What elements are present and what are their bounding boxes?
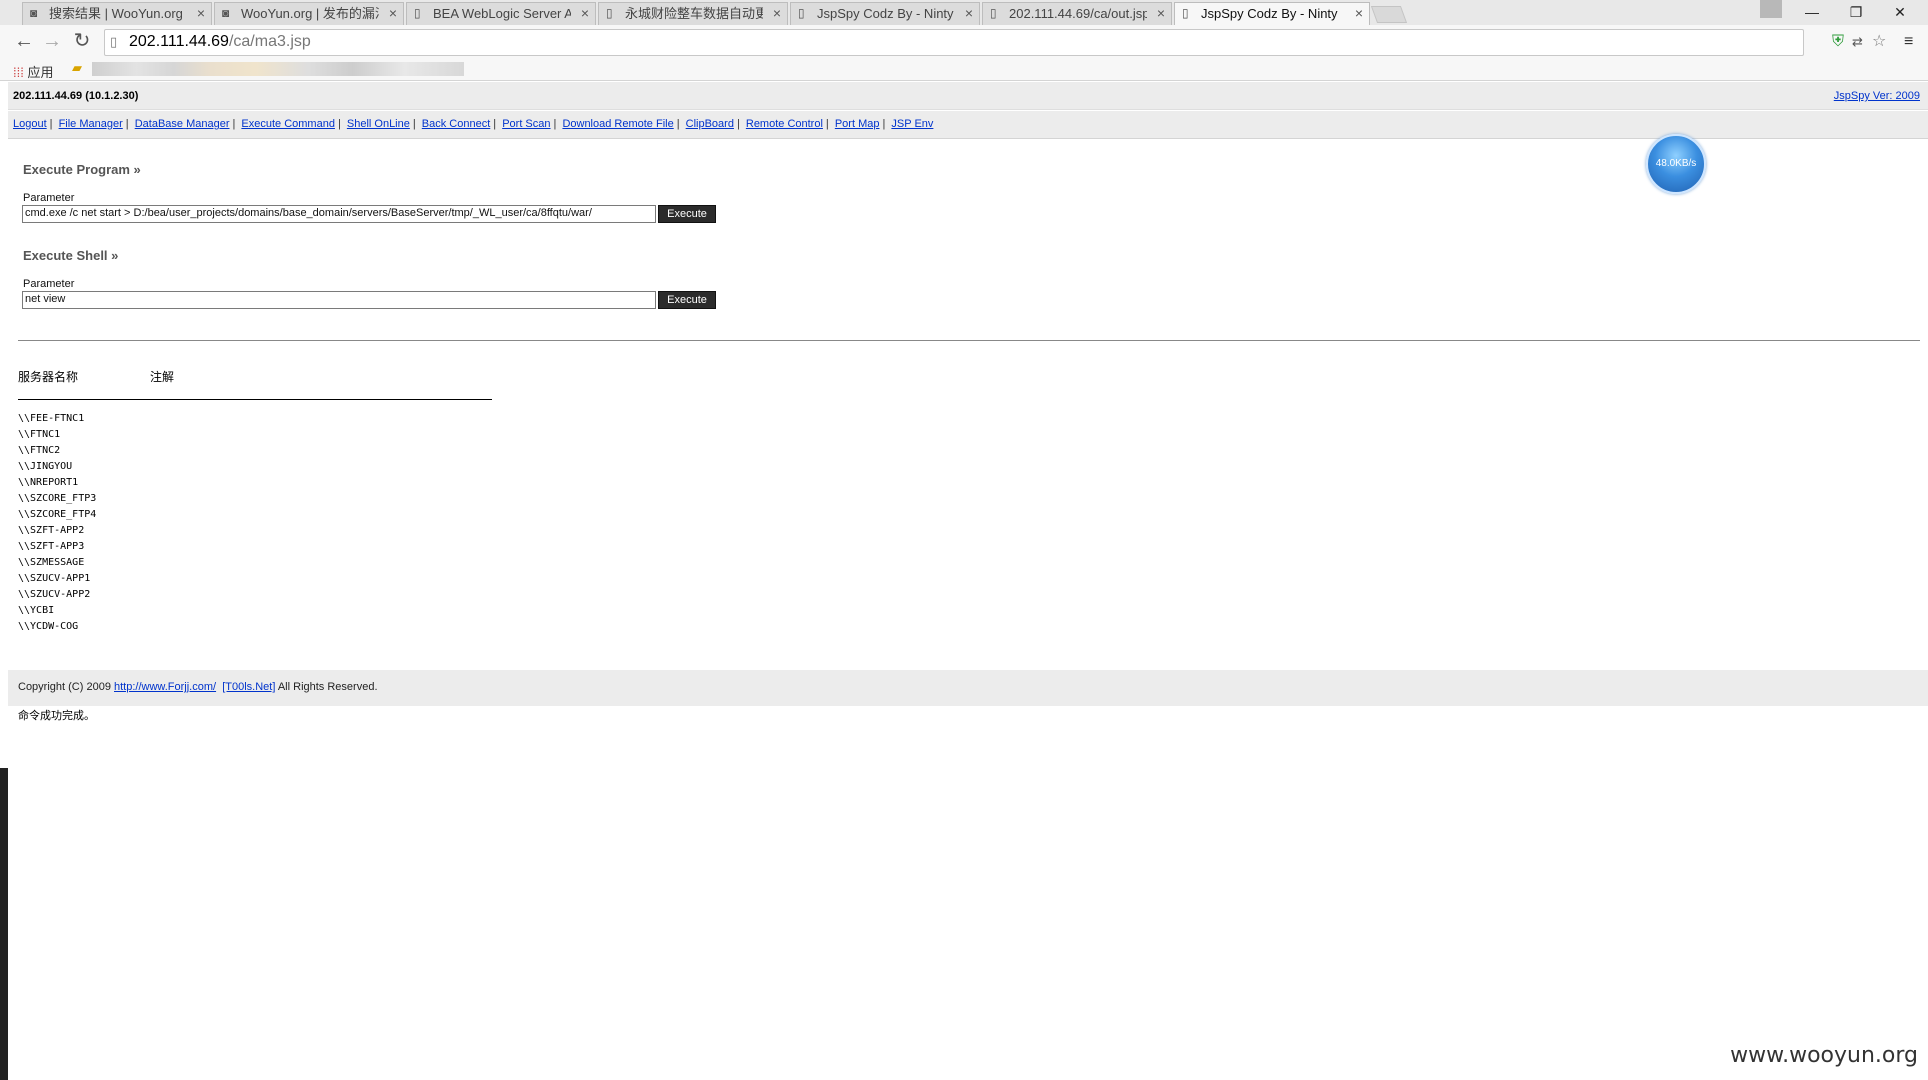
wooyun-favicon-icon: ◙: [30, 6, 38, 20]
tab-close-icon[interactable]: ×: [389, 3, 397, 24]
nav-jsp-env[interactable]: JSP Env: [891, 118, 933, 130]
program-param-label: Parameter: [23, 192, 75, 204]
browser-tab[interactable]: ▯ JspSpy Codz By - Ninty ×: [790, 2, 980, 25]
divider: [18, 340, 1920, 341]
copyright-text: Copyright (C) 2009: [18, 681, 111, 693]
wooyun-favicon-icon: ◙: [222, 6, 230, 20]
nav-port-scan[interactable]: Port Scan: [502, 118, 550, 130]
page-icon: ▯: [798, 6, 805, 20]
nav-menu: Logout | File Manager | DataBase Manager | …: [8, 111, 1928, 139]
menu-icon[interactable]: ≡: [1904, 33, 1913, 51]
server-entry: \\SZMESSAGE: [18, 557, 85, 568]
tab-close-icon[interactable]: ×: [197, 3, 205, 24]
watermark: www.wooyun.org: [1730, 1043, 1918, 1068]
apps-grid-icon: ⁞⁞⁞: [13, 65, 24, 80]
nav-logout[interactable]: Logout: [13, 118, 47, 130]
bookmarks-bar: ⁞⁞⁞ 应用 ▰: [0, 58, 1928, 81]
nav-file-manager[interactable]: File Manager: [59, 118, 123, 130]
server-entry: \\SZFT-APP3: [18, 541, 85, 552]
command-result: 命令成功完成。: [18, 709, 95, 722]
nav-database-manager[interactable]: DataBase Manager: [135, 118, 230, 130]
close-window-icon[interactable]: ✕: [1878, 0, 1922, 25]
tab-strip: ◙ 搜索结果 | WooYun.org × ◙ WooYun.org | 发布的…: [0, 0, 1928, 25]
browser-tab[interactable]: ▯ 202.111.44.69/ca/out.jsp ×: [982, 2, 1172, 25]
program-param-input[interactable]: cmd.exe /c net start > D:/bea/user_proje…: [22, 205, 656, 223]
output-rule: [18, 399, 492, 400]
shell-param-input[interactable]: net view: [22, 291, 656, 309]
server-list: \\FEE-FTNC1 \\FTNC1 \\FTNC2 \\JINGYOU \\…: [18, 411, 96, 635]
col-comment: 注解: [150, 370, 175, 384]
nav-shell-online[interactable]: Shell OnLine: [347, 118, 410, 130]
tab-close-icon[interactable]: ×: [581, 3, 589, 24]
browser-tab-active[interactable]: ▯ JspSpy Codz By - Ninty ×: [1174, 2, 1370, 25]
nav-execute-command[interactable]: Execute Command: [241, 118, 335, 130]
server-entry: \\SZCORE_FTP4: [18, 509, 97, 520]
tab-close-icon[interactable]: ×: [773, 3, 781, 24]
server-entry: \\JINGYOU: [18, 461, 73, 472]
back-icon[interactable]: ←: [12, 30, 36, 54]
server-entry: \\YCBI: [18, 605, 55, 616]
page-icon: ▯: [606, 6, 613, 20]
profile-icon[interactable]: [1760, 0, 1782, 18]
server-entry: \\SZCORE_FTP3: [18, 493, 97, 504]
new-tab-button[interactable]: [1370, 6, 1408, 23]
execute-shell-button[interactable]: Execute: [658, 291, 716, 309]
page-icon: ▯: [110, 34, 118, 49]
execute-program-title: Execute Program »: [23, 162, 141, 177]
minimize-icon[interactable]: —: [1790, 0, 1834, 25]
page-icon: ▯: [1182, 6, 1189, 20]
browser-tab[interactable]: ▯ 永城财险整车数据自动更新 ×: [598, 2, 788, 25]
nav-port-map[interactable]: Port Map: [835, 118, 880, 130]
nav-remote-control[interactable]: Remote Control: [746, 118, 823, 130]
server-entry: \\FTNC2: [18, 445, 61, 456]
server-entry: \\NREPORT1: [18, 477, 79, 488]
shield-extension-icon[interactable]: ⛨: [1832, 33, 1844, 51]
page-icon: ▯: [990, 6, 997, 20]
tab-close-icon[interactable]: ×: [1355, 3, 1363, 24]
server-entry: \\FEE-FTNC1: [18, 413, 85, 424]
page-footer: Copyright (C) 2009 http://www.Forjj.com/…: [8, 670, 1928, 706]
address-bar[interactable]: ▯ 202.111.44.69/ca/ma3.jsp: [104, 29, 1804, 56]
version-link[interactable]: JspSpy Ver: 2009: [1834, 90, 1920, 102]
nav-back-connect[interactable]: Back Connect: [422, 118, 490, 130]
server-entry: \\YCDW-COG: [18, 621, 79, 632]
output-header: 服务器名称 注解: [18, 368, 174, 385]
rights-text: All Rights Reserved.: [277, 681, 378, 693]
execute-shell-title: Execute Shell »: [23, 248, 119, 263]
server-entry: \\SZUCV-APP2: [18, 589, 91, 600]
forjj-link[interactable]: http://www.Forjj.com/: [114, 681, 216, 693]
top-info-bar: 202.111.44.69 (10.1.2.30) JspSpy Ver: 20…: [8, 82, 1928, 110]
nav-clipboard[interactable]: ClipBoard: [686, 118, 734, 130]
page-icon: ▯: [414, 6, 421, 20]
col-server-name: 服务器名称: [18, 370, 79, 384]
blurred-bookmarks: [92, 62, 464, 76]
browser-tab[interactable]: ▯ BEA WebLogic Server Ad ×: [406, 2, 596, 25]
translate-icon[interactable]: ⇄: [1852, 33, 1863, 51]
reload-icon[interactable]: ↻: [70, 30, 94, 54]
apps-shortcut[interactable]: ⁞⁞⁞ 应用: [13, 62, 53, 81]
server-ip: 202.111.44.69 (10.1.2.30): [13, 90, 139, 102]
tab-close-icon[interactable]: ×: [1157, 3, 1165, 24]
t00ls-link[interactable]: [T00ls.Net]: [222, 681, 275, 693]
url-text: 202.111.44.69/ca/ma3.jsp: [129, 33, 311, 50]
server-entry: \\SZUCV-APP1: [18, 573, 91, 584]
folder-icon[interactable]: ▰: [72, 60, 82, 76]
bookmark-star-icon[interactable]: ☆: [1872, 33, 1886, 51]
desktop-edge: [0, 768, 8, 1080]
forward-icon[interactable]: →: [40, 30, 64, 54]
network-speed-widget[interactable]: 48.0KB/s: [1646, 134, 1706, 194]
nav-download-remote-file[interactable]: Download Remote File: [562, 118, 673, 130]
shell-param-label: Parameter: [23, 278, 75, 290]
tab-close-icon[interactable]: ×: [965, 3, 973, 24]
webshell-page: 202.111.44.69 (10.1.2.30) JspSpy Ver: 20…: [8, 82, 1928, 1080]
server-entry: \\SZFT-APP2: [18, 525, 85, 536]
browser-tab[interactable]: ◙ WooYun.org | 发布的漏洞 ×: [214, 2, 404, 25]
execute-program-button[interactable]: Execute: [658, 205, 716, 223]
server-entry: \\FTNC1: [18, 429, 61, 440]
browser-tab[interactable]: ◙ 搜索结果 | WooYun.org ×: [22, 2, 212, 25]
restore-icon[interactable]: ❐: [1834, 0, 1878, 25]
